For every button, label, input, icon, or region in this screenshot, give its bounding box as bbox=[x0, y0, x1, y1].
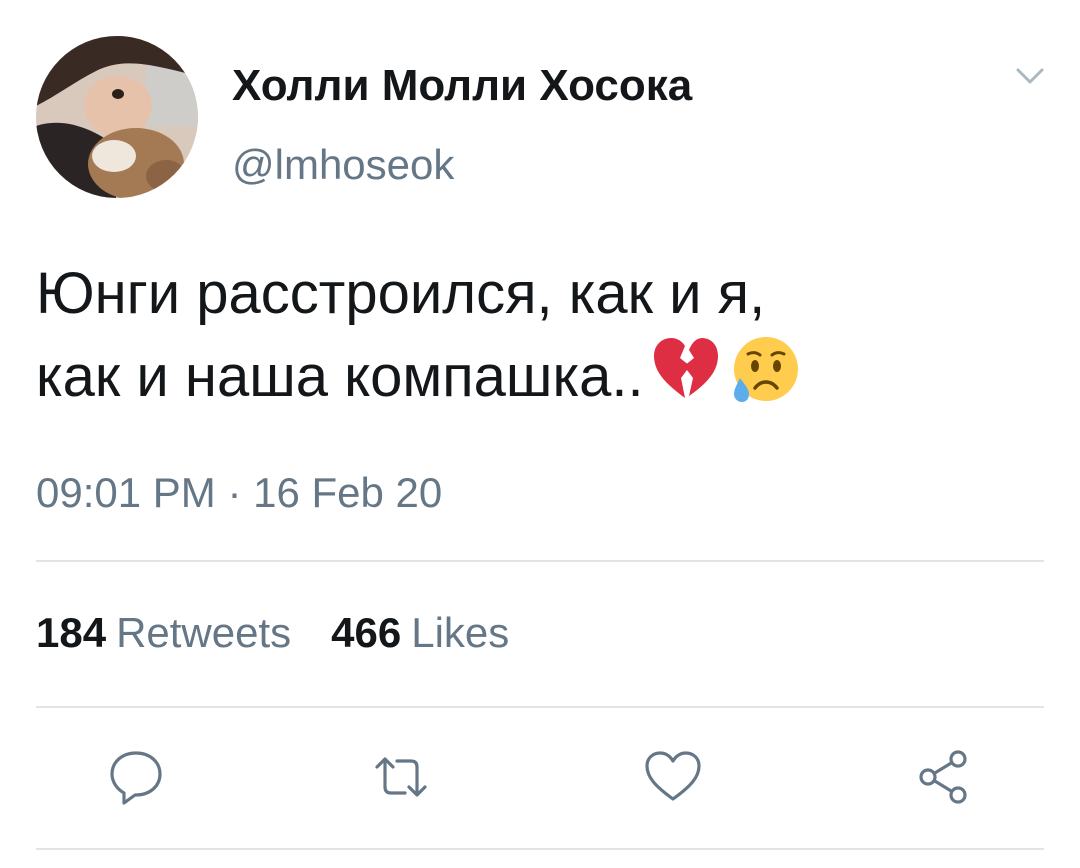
reply-icon bbox=[110, 751, 162, 805]
likes-label: Likes bbox=[411, 609, 510, 656]
likes-count: 466 bbox=[331, 609, 402, 656]
user-handle[interactable]: @lmhoseok bbox=[232, 140, 454, 190]
like-button[interactable] bbox=[641, 745, 705, 809]
tweet-text: Юнги расстроился, как и я, как и наша ко… bbox=[36, 256, 1046, 415]
tweet-text-line-2-text: как и наша компашка.. bbox=[36, 344, 644, 409]
avatar-image bbox=[36, 36, 198, 198]
sad-but-relieved-face-emoji bbox=[726, 332, 800, 406]
retweet-icon bbox=[375, 757, 427, 797]
reply-button[interactable] bbox=[104, 745, 168, 809]
divider bbox=[36, 848, 1044, 850]
likes-stat[interactable]: 466 Likes bbox=[331, 609, 509, 656]
retweet-button[interactable] bbox=[369, 745, 433, 809]
retweets-count: 184 bbox=[36, 609, 107, 656]
share-button[interactable] bbox=[912, 745, 976, 809]
share-icon bbox=[919, 750, 967, 804]
tweet-timestamp[interactable]: 09:01 PM · 16 Feb 20 bbox=[36, 468, 442, 518]
retweets-stat[interactable]: 184 Retweets bbox=[36, 609, 291, 656]
retweets-label: Retweets bbox=[116, 609, 292, 656]
heart-icon bbox=[645, 751, 701, 801]
divider bbox=[36, 560, 1044, 562]
avatar[interactable] bbox=[36, 36, 198, 198]
divider bbox=[36, 706, 1044, 708]
broken-heart-emoji bbox=[648, 332, 722, 406]
chevron-down-icon[interactable] bbox=[1010, 62, 1050, 90]
tweet-text-line-1: Юнги расстроился, как и я, bbox=[36, 261, 766, 326]
tweet-stats: 184 Retweets 466 Likes bbox=[36, 608, 509, 658]
tweet-text-line-2: как и наша компашка.. bbox=[36, 332, 1046, 415]
display-name[interactable]: Холли Молли Хосока bbox=[232, 60, 692, 112]
